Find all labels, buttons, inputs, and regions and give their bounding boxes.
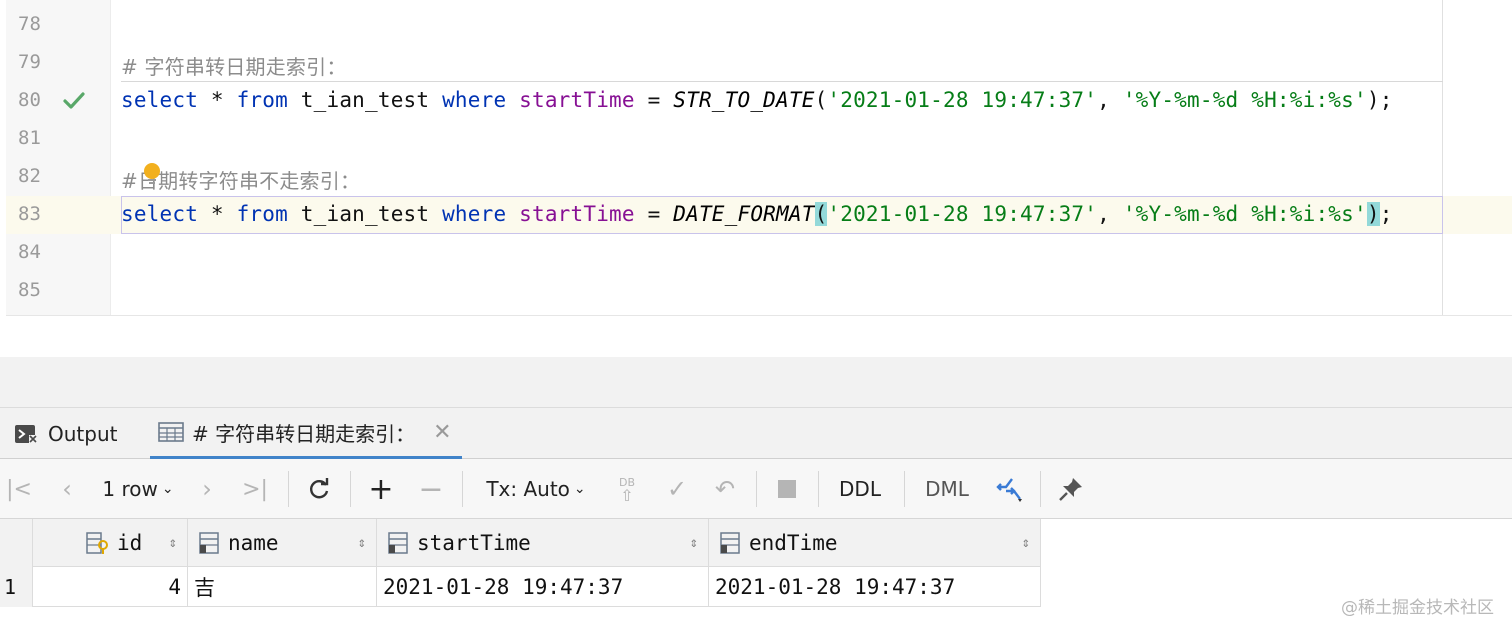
result-toolbar: |< ‹ 1 row ⌄ › >| + − Tx: Auto ⌄ DB ⇧ ✓ ↶ D… <box>0 459 1512 519</box>
sort-icon[interactable]: ⇕ <box>169 535 177 551</box>
primary-key-column-icon <box>86 532 108 554</box>
code-line[interactable]: 83 select * from t_ian_test where startT… <box>6 196 1512 234</box>
code-line[interactable]: 85 <box>6 272 1512 310</box>
cell-name[interactable]: 吉 <box>188 567 377 607</box>
pin-icon[interactable] <box>1054 459 1088 519</box>
column-header-endtime[interactable]: endTime ⇕ <box>709 519 1041 567</box>
tab-output[interactable]: Output <box>14 408 117 459</box>
close-icon[interactable]: ✕ <box>433 420 451 445</box>
column-icon <box>720 532 740 554</box>
line-number: 78 <box>18 13 41 35</box>
transaction-mode-dropdown[interactable]: Tx: Auto ⌄ <box>484 459 588 519</box>
line-number: 81 <box>18 127 41 149</box>
column-header-starttime[interactable]: startTime ⇕ <box>377 519 709 567</box>
stop-icon[interactable] <box>772 459 802 519</box>
line-number: 79 <box>18 51 41 73</box>
column-header-id[interactable]: id ⇕ <box>33 519 188 567</box>
tab-query-result[interactable]: # 字符串转日期走索引： ✕ <box>150 408 462 459</box>
chevron-down-icon: ⌄ <box>573 481 586 497</box>
sort-icon[interactable]: ⇕ <box>358 535 366 551</box>
commit-check-icon[interactable]: ✓ <box>662 459 692 519</box>
sql-statement: select * from t_ian_test where startTime… <box>121 88 1393 112</box>
code-line[interactable]: 79 # 字符串转日期走索引： <box>6 44 1512 82</box>
watermark: @稀土掘金技术社区 <box>1341 598 1494 618</box>
code-line[interactable]: 84 <box>6 234 1512 272</box>
code-line[interactable]: 82 #日期转字符串不走索引： <box>6 158 1512 196</box>
sql-comment: # 字符串转日期走索引： <box>121 55 347 79</box>
cell-starttime[interactable]: 2021-01-28 19:47:37 <box>377 567 709 607</box>
chevron-down-icon: ⌄ <box>161 481 174 497</box>
line-number: 83 <box>18 203 41 225</box>
cell-id[interactable]: 4 <box>33 567 188 607</box>
corner-cell[interactable] <box>0 519 33 567</box>
column-header-name[interactable]: name ⇕ <box>188 519 377 567</box>
ddl-button[interactable]: DDL <box>834 459 886 519</box>
intention-bulb-icon[interactable] <box>142 162 162 186</box>
dml-button[interactable]: DML <box>918 459 976 519</box>
code-line[interactable]: 78 <box>6 6 1512 44</box>
line-number: 85 <box>18 279 41 301</box>
refresh-icon[interactable] <box>302 459 336 519</box>
table-icon <box>158 422 184 442</box>
checkmark-icon <box>63 92 85 109</box>
cell-endtime[interactable]: 2021-01-28 19:47:37 <box>709 567 1041 607</box>
sql-editor[interactable]: 78 79 # 字符串转日期走索引： 80 select * from t_ia… <box>0 0 1512 357</box>
row-count-dropdown[interactable]: 1 row ⌄ <box>98 459 178 519</box>
column-icon <box>388 532 408 554</box>
tab-label: # 字符串转日期走索引： <box>192 421 416 446</box>
sql-statement: select * from t_ian_test where startTime… <box>121 202 1393 226</box>
submit-db-icon[interactable]: DB ⇧ <box>612 459 642 519</box>
compare-arrows-icon[interactable] <box>990 459 1030 519</box>
tool-window-tabs: Output # 字符串转日期走索引： ✕ <box>0 407 1512 459</box>
first-page-icon[interactable]: |< <box>4 459 34 519</box>
result-grid[interactable]: id ⇕ name ⇕ startTime ⇕ endTime ⇕ 1 4 吉 … <box>0 519 1512 634</box>
code-line[interactable]: 81 <box>6 120 1512 158</box>
line-number: 80 <box>18 89 41 111</box>
sort-icon[interactable]: ⇕ <box>690 535 698 551</box>
rollback-icon[interactable]: ↶ <box>710 459 740 519</box>
tab-label: Output <box>48 421 118 446</box>
next-page-icon[interactable]: › <box>192 459 222 519</box>
row-number[interactable]: 1 <box>0 567 33 607</box>
last-page-icon[interactable]: >| <box>240 459 270 519</box>
sort-icon[interactable]: ⇕ <box>1022 535 1030 551</box>
previous-page-icon[interactable]: ‹ <box>52 459 82 519</box>
line-number: 84 <box>18 241 41 263</box>
column-icon <box>199 532 219 554</box>
line-number: 82 <box>18 165 41 187</box>
delete-row-icon[interactable]: − <box>414 459 448 519</box>
splitter[interactable] <box>0 357 1512 407</box>
console-icon <box>15 424 37 443</box>
code-line[interactable]: 80 select * from t_ian_test where startT… <box>6 82 1512 120</box>
add-row-icon[interactable]: + <box>364 459 398 519</box>
